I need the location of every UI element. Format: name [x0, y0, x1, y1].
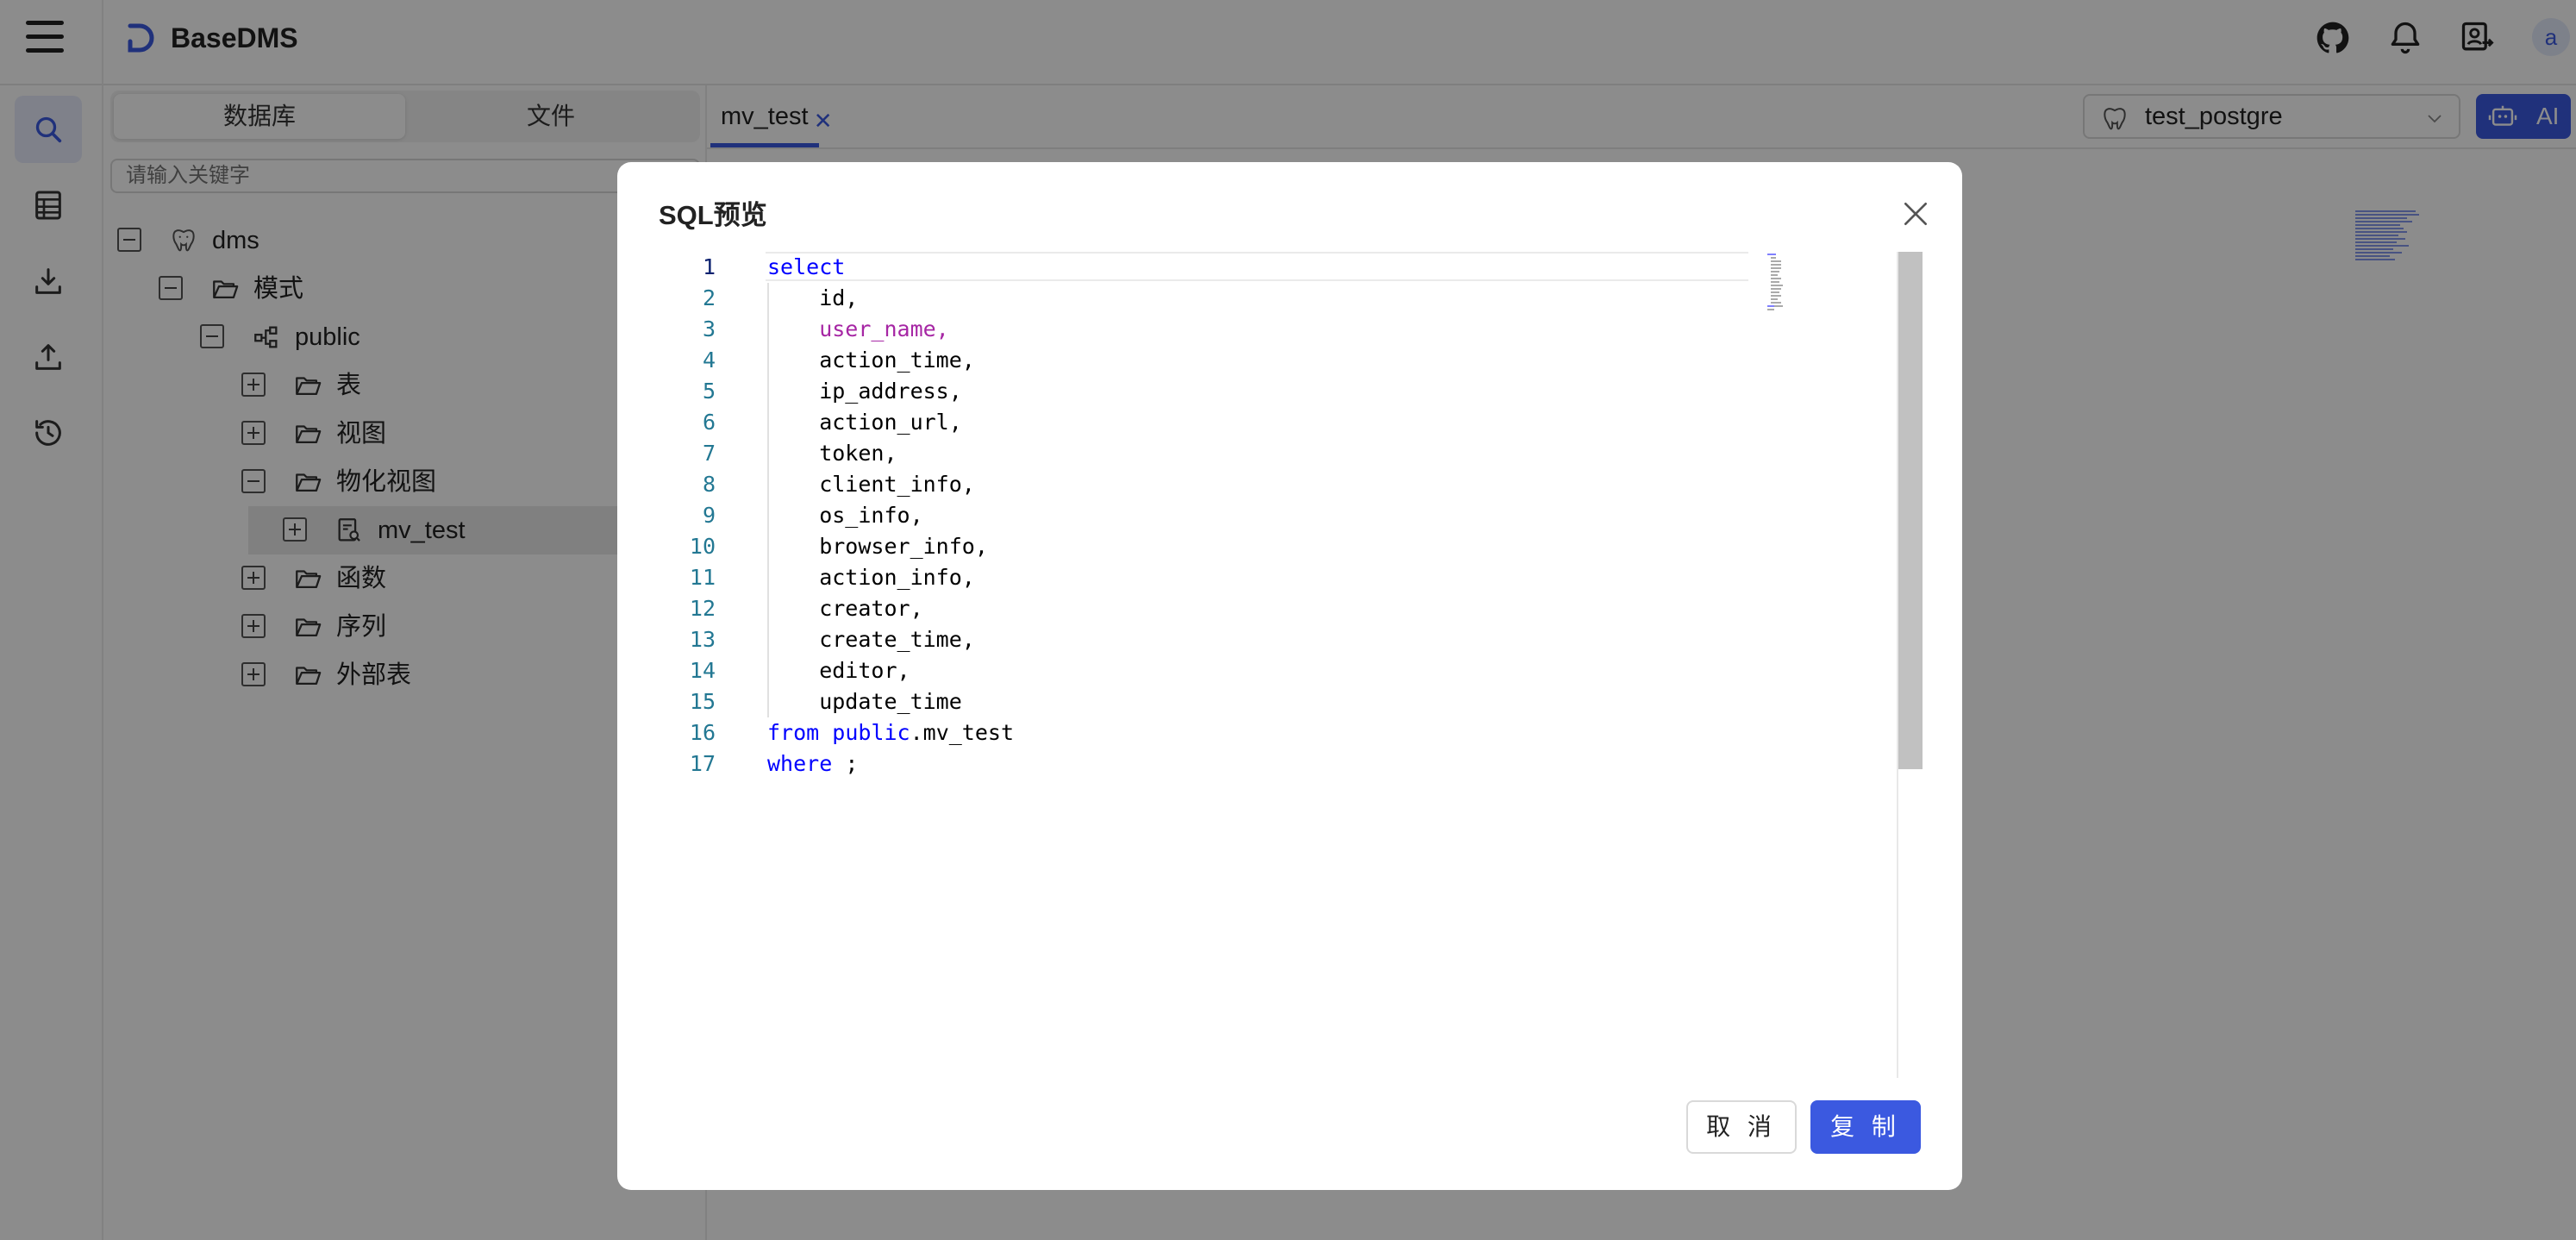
code-text: action_url, — [767, 410, 962, 435]
line-number: 3 — [702, 316, 716, 341]
code-text: user_name, — [767, 316, 949, 341]
code-scrollbar[interactable] — [1897, 252, 1923, 1078]
line-number: 15 — [689, 689, 716, 714]
line-number: 4 — [702, 348, 716, 373]
code-text: os_info, — [767, 503, 923, 528]
code-text: action_info, — [767, 565, 975, 590]
code-text: editor, — [767, 658, 910, 683]
code-minimap — [1766, 252, 1800, 312]
line-number: 12 — [689, 596, 716, 621]
line-number: 8 — [702, 472, 716, 497]
code-text: client_info, — [767, 472, 975, 497]
line-number: 17 — [689, 751, 716, 776]
code-text: action_time, — [767, 348, 975, 373]
dialog-title: SQL预览 — [659, 200, 767, 230]
code-text: token, — [767, 441, 897, 466]
scrollbar-thumb[interactable] — [1898, 252, 1923, 769]
line-number: 11 — [689, 565, 716, 590]
line-number: 7 — [702, 441, 716, 466]
line-number: 14 — [689, 658, 716, 683]
cancel-button[interactable]: 取 消 — [1686, 1100, 1797, 1154]
current-line-highlight — [766, 252, 1748, 281]
line-number: 16 — [689, 720, 716, 745]
code-text: id, — [767, 285, 859, 310]
code-text: update_time — [767, 689, 962, 714]
line-number: 10 — [689, 534, 716, 559]
sql-code-editor[interactable]: 1 select 2 id, 3 user_name, 4 action_time… — [662, 252, 1923, 1078]
line-number: 13 — [689, 627, 716, 652]
sql-preview-dialog: SQL预览 1 select 2 id, 3 user_name, 4 actio… — [617, 162, 1962, 1190]
code-text: create_time, — [767, 627, 975, 652]
line-number: 5 — [702, 379, 716, 404]
line-number: 9 — [702, 503, 716, 528]
line-number: 2 — [702, 285, 716, 310]
close-icon[interactable] — [1898, 197, 1933, 231]
copy-button[interactable]: 复 制 — [1810, 1100, 1921, 1154]
code-text: browser_info, — [767, 534, 988, 559]
code-text: from public.mv_test — [767, 720, 1015, 745]
line-number: 1 — [702, 254, 716, 279]
code-text: where ; — [767, 751, 859, 776]
code-text: ip_address, — [767, 379, 962, 404]
code-text: select — [767, 254, 846, 279]
code-text: creator, — [767, 596, 923, 621]
line-number: 6 — [702, 410, 716, 435]
